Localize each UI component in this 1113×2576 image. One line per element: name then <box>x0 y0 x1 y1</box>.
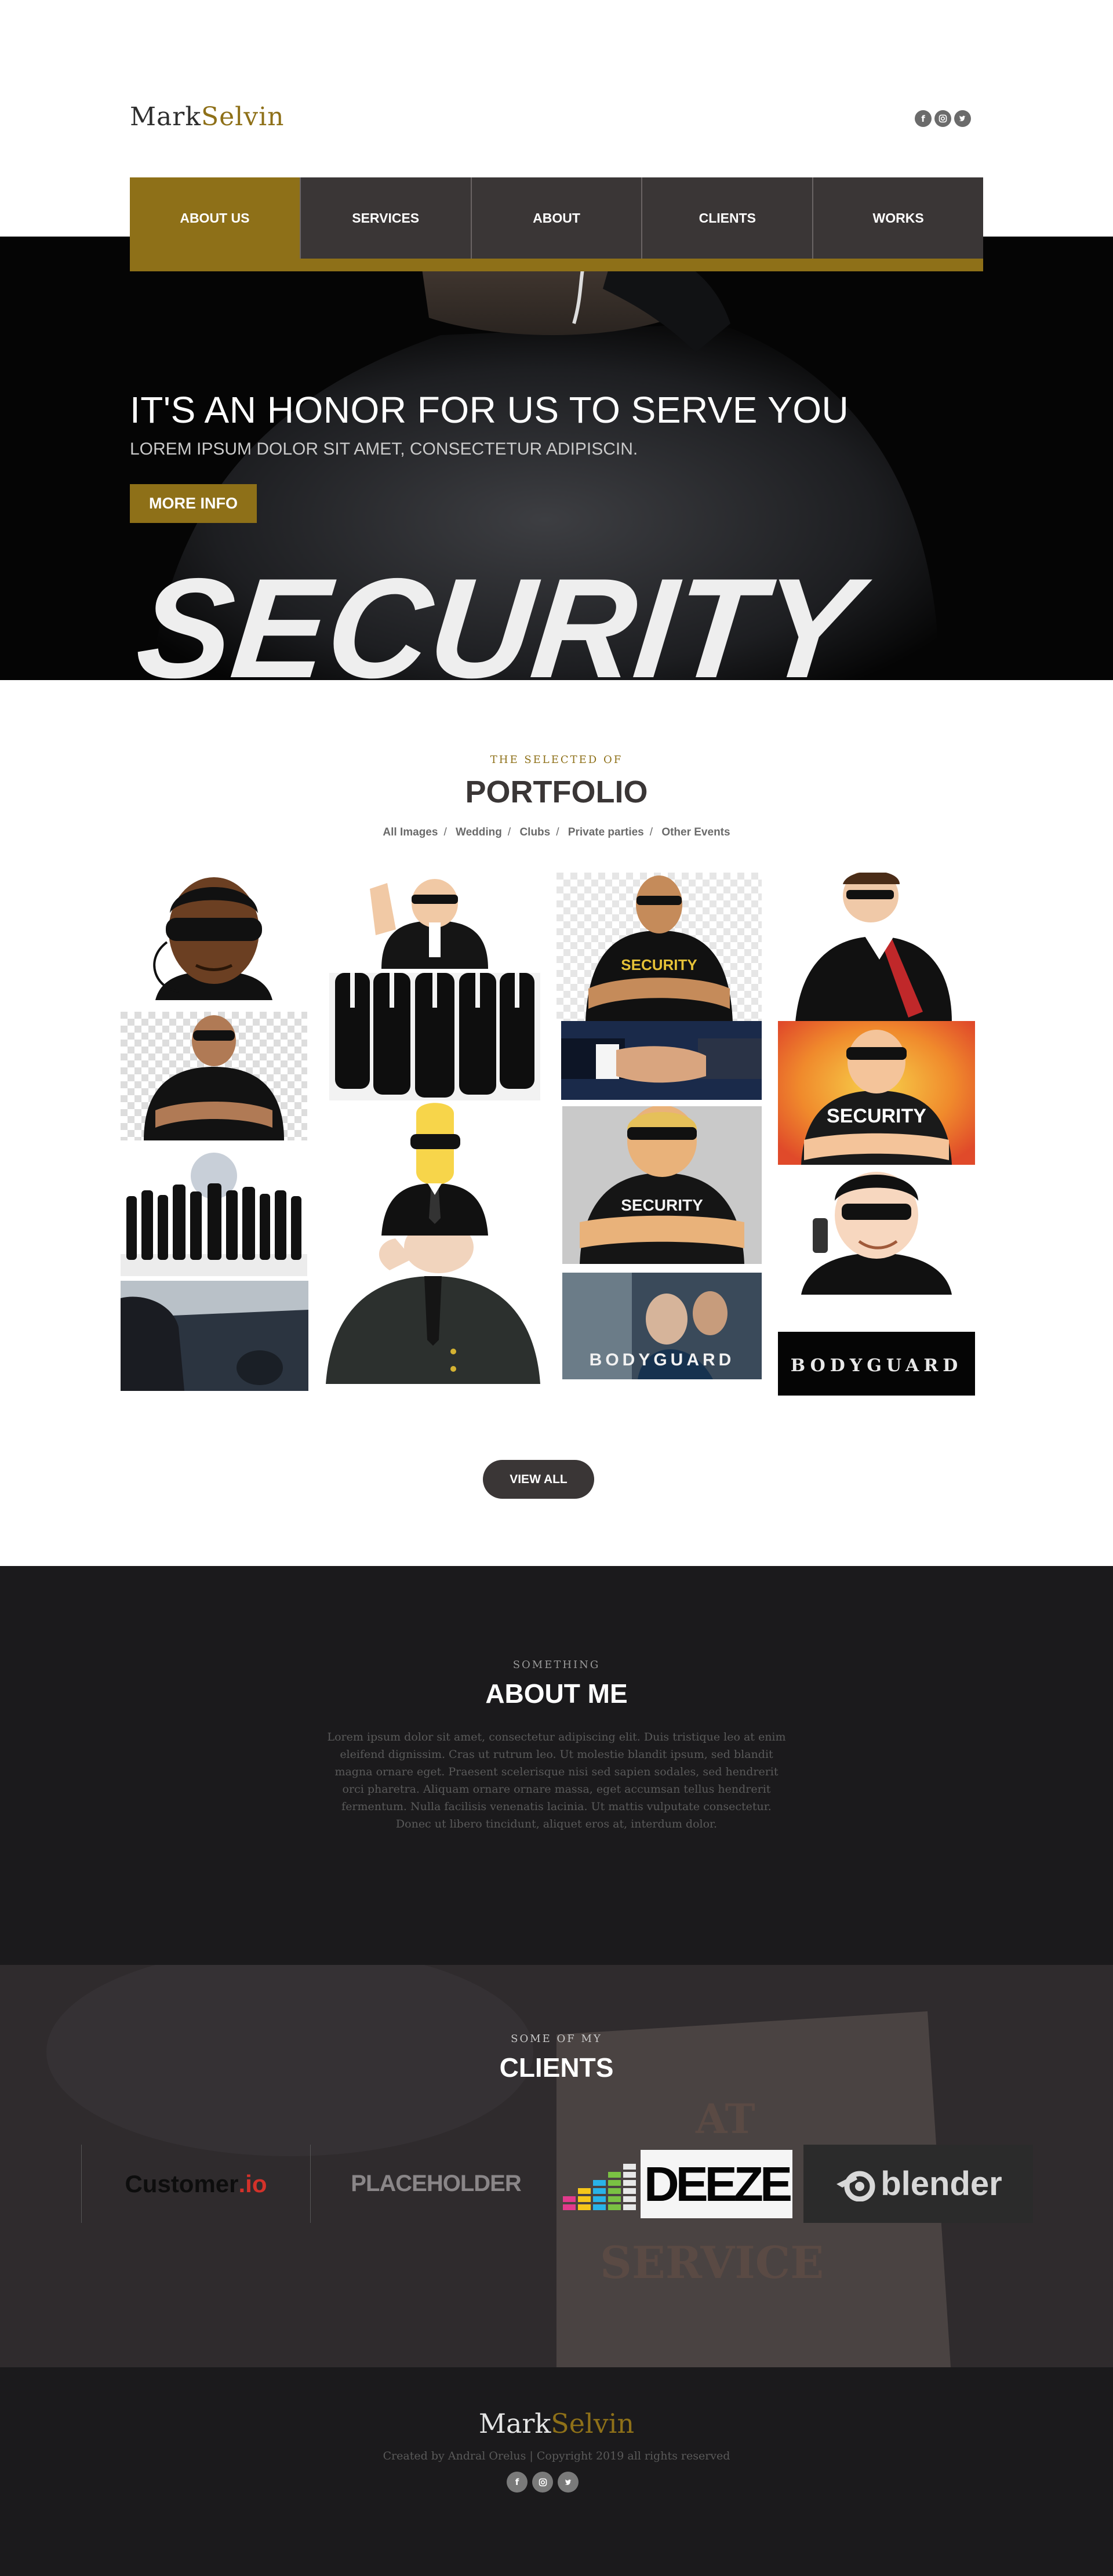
instagram-icon[interactable] <box>934 110 951 127</box>
deeze-bars-icon <box>562 2163 636 2210</box>
portfolio-image-suited-group[interactable] <box>329 973 540 1100</box>
portfolio-image-bodyguard-banner[interactable]: BODYGUARD <box>778 1332 975 1396</box>
customer-logo-suffix: .io <box>238 2170 267 2197</box>
client-logo-placeholder[interactable]: PLACEHOLDER <box>318 2145 554 2223</box>
hero-title: IT'S AN HONOR FOR US TO SERVE YOU <box>130 389 849 431</box>
nav-item-services[interactable]: SERVICES <box>299 177 471 259</box>
customer-logo-name: Customer <box>125 2170 239 2197</box>
portfolio-image-bodyguard-film[interactable]: BODYGUARD <box>562 1273 762 1379</box>
more-info-button[interactable]: MORE INFO <box>130 484 257 523</box>
security-muscle-text: SECURITY <box>621 1196 703 1214</box>
client-logo-blender[interactable]: blender <box>803 2145 1033 2223</box>
footer-social-links: f <box>507 2472 579 2493</box>
portfolio-image-suited-bodyguard[interactable] <box>778 873 975 1022</box>
about-kicker: SOMETHING <box>512 1659 601 1671</box>
nav-item-about-us[interactable]: ABOUT US <box>130 177 300 259</box>
facebook-icon[interactable]: f <box>507 2472 528 2493</box>
clients-title: CLIENTS <box>499 2052 614 2083</box>
portfolio-image-guard-earpiece[interactable] <box>326 1236 540 1384</box>
twitter-icon[interactable] <box>558 2472 579 2493</box>
footer-logo-first: Mark <box>478 2408 551 2439</box>
view-all-button[interactable]: VIEW ALL <box>483 1460 594 1499</box>
hero-section: SECURITY IT'S AN HONOR FOR US TO SERVE Y… <box>0 237 1113 680</box>
portfolio-image-security-shirt[interactable]: SECURITY <box>556 873 762 1022</box>
site-footer: MarkSelvin Created by Andral Orelus | Co… <box>0 2367 1113 2576</box>
site-logo[interactable]: MarkSelvin <box>130 102 285 132</box>
filter-other-events[interactable]: Other Events <box>661 826 730 838</box>
about-title: ABOUT ME <box>485 1678 628 1709</box>
header-social-links: f <box>915 110 971 127</box>
portfolio-image-silhouettes[interactable] <box>121 1150 307 1276</box>
bodyguard-film-text: BODYGUARD <box>590 1350 735 1369</box>
client-logo-customer[interactable]: Customer .io <box>81 2145 311 2223</box>
portfolio-image-handshake[interactable] <box>561 1021 762 1100</box>
filter-private-parties[interactable]: Private parties <box>568 826 644 838</box>
nav-item-clients[interactable]: CLIENTS <box>641 177 813 259</box>
logo-first: Mark <box>130 102 201 132</box>
copyright-text: Created by Andral Orelus | Copyright 201… <box>383 2450 730 2462</box>
portfolio-section: THE SELECTED OF PORTFOLIO All Images / We… <box>0 680 1113 1566</box>
footer-logo-second: Selvin <box>551 2408 635 2439</box>
about-text: Lorem ipsum dolor sit amet, consectetur … <box>327 1731 786 1830</box>
security-comic-text: SECURITY <box>827 1105 926 1127</box>
client-logo-deeze[interactable]: DEEZE <box>560 2145 795 2223</box>
portfolio-image-car-guard[interactable] <box>121 1281 308 1391</box>
facebook-icon[interactable]: f <box>915 110 932 127</box>
placeholder-logo-name: PLACEHOLDER <box>351 2171 521 2196</box>
hero-jacket-text: SECURITY <box>130 550 876 680</box>
logo-second: Selvin <box>201 102 285 132</box>
main-nav: ABOUT US SERVICES ABOUT CLIENTS WORKS <box>130 177 983 271</box>
portfolio-filters: All Images / Wedding / Clubs / Private part… <box>383 826 730 838</box>
instagram-icon[interactable] <box>532 2472 553 2493</box>
portfolio-title: PORTFOLIO <box>465 775 648 809</box>
clients-section: AT SERVICE SOME OF MY CLIENTS Customer .i… <box>0 1965 1113 2367</box>
portfolio-kicker: THE SELECTED OF <box>490 754 623 766</box>
deeze-logo-name: DEEZE <box>640 2149 792 2218</box>
nav-item-works[interactable]: WORKS <box>812 177 983 259</box>
clients-bg-text-1: AT <box>695 2095 755 2143</box>
bodyguard-banner-text: BODYGUARD <box>791 1356 963 1376</box>
filter-wedding[interactable]: Wedding <box>456 826 502 838</box>
blender-icon <box>836 2171 875 2201</box>
portfolio-image-guard-suit-wave[interactable] <box>329 871 540 969</box>
filter-all-images[interactable]: All Images <box>383 826 438 838</box>
portfolio-image-homer-guard[interactable] <box>329 1102 540 1236</box>
portfolio-image-security-comic[interactable]: SECURITY <box>778 1021 975 1165</box>
filter-clubs[interactable]: Clubs <box>519 826 550 838</box>
security-shirt-text: SECURITY <box>621 956 697 973</box>
nav-item-about[interactable]: ABOUT <box>470 177 642 259</box>
clients-kicker: SOME OF MY <box>511 2033 602 2045</box>
portfolio-image-phone-guard[interactable] <box>778 1166 975 1295</box>
portfolio-image-cartoon-agent[interactable] <box>121 873 307 1000</box>
portfolio-image-security-muscle[interactable]: SECURITY <box>562 1106 762 1264</box>
clients-bg-text-2: SERVICE <box>600 2237 824 2288</box>
blender-logo-name: blender <box>881 2165 1002 2203</box>
portfolio-image-muscle-guard[interactable] <box>121 1012 307 1140</box>
footer-logo[interactable]: MarkSelvin <box>0 2408 1113 2439</box>
about-section: SOMETHING ABOUT ME Lorem ipsum dolor sit… <box>0 1566 1113 1965</box>
twitter-icon[interactable] <box>954 110 971 127</box>
hero-subtitle: LOREM IPSUM DOLOR SIT AMET, CONSECTETUR … <box>130 439 638 459</box>
